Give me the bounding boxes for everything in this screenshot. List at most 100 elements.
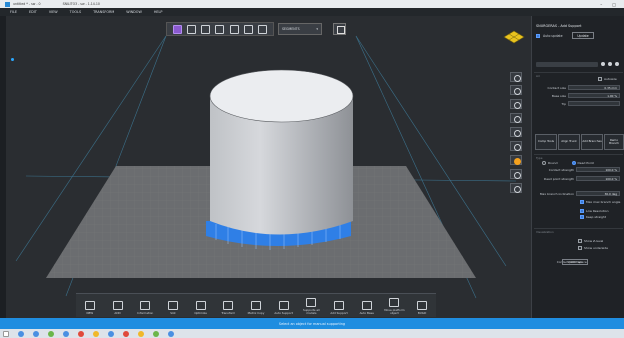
dead-point-strength-field[interactable]: 100.0 % — [576, 176, 620, 181]
perspective-icon[interactable] — [510, 85, 522, 95]
trash-icon[interactable] — [615, 62, 619, 66]
auto-update-label: Auto update — [543, 34, 563, 38]
zoom-fit-icon[interactable] — [510, 72, 522, 82]
auto-update-checkbox[interactable] — [536, 34, 540, 38]
add-button[interactable]: ADD — [104, 300, 132, 317]
autosize-checkbox[interactable] — [598, 77, 602, 81]
show-overhang-checkbox[interactable] — [578, 239, 582, 243]
app-yellow-icon[interactable] — [138, 330, 144, 337]
app-red-icon[interactable] — [78, 330, 84, 337]
left-view-icon[interactable] — [244, 24, 254, 34]
search-taskbar-icon[interactable] — [18, 330, 24, 337]
move-platform-label: Move platform object — [384, 307, 405, 315]
browser-icon[interactable] — [33, 330, 39, 337]
measure-icon[interactable] — [510, 169, 522, 179]
base-size-field[interactable]: 1.00 % — [568, 93, 620, 98]
display-mode-select[interactable]: SEGMENTS ▾ — [278, 23, 322, 35]
move-platform-button[interactable]: Move platform object — [381, 297, 409, 317]
paint-icon[interactable] — [510, 155, 522, 165]
round-option[interactable]: Round — [542, 161, 558, 165]
max-branch-angle-label: Max max branch angle — [586, 200, 621, 204]
chrome-icon[interactable] — [48, 330, 54, 337]
add-support-button[interactable]: Add Support — [325, 300, 353, 317]
menu-help[interactable]: HELP — [154, 10, 163, 14]
menu-window[interactable]: WINDOW — [126, 10, 142, 14]
minimize-icon[interactable]: – — [600, 2, 602, 7]
title-bar: untitled * - sw - 0 SNILITO3 - sw - 1.14… — [0, 0, 624, 8]
divider — [534, 154, 623, 155]
new-button[interactable]: NEW — [76, 300, 104, 317]
zoom-in-icon[interactable] — [510, 127, 522, 137]
build-label: BUILD — [417, 310, 427, 315]
slicer-icon[interactable] — [168, 330, 174, 337]
menu-view[interactable]: VIEW — [49, 10, 58, 14]
folder-icon[interactable] — [93, 330, 99, 337]
maximize-icon[interactable]: □ — [612, 2, 616, 7]
tip-field[interactable] — [568, 101, 620, 106]
scene-render[interactable] — [6, 16, 531, 318]
contact-size-field[interactable]: 0.35 mm — [568, 85, 620, 90]
top-view-icon[interactable] — [215, 24, 225, 34]
keep-straight-checkbox[interactable] — [580, 215, 584, 219]
layer-icon[interactable] — [510, 141, 522, 151]
max-branch-angle-checkbox[interactable] — [580, 200, 584, 204]
contact-spacing-field[interactable]: 2.000 mm — [562, 259, 588, 265]
build-button[interactable]: BUILD — [408, 300, 436, 317]
comp-tools-button[interactable]: Comp Tools — [535, 134, 557, 150]
autosize-row: Autosize — [598, 77, 617, 81]
panel-title: SNURGERAS - Add Support — [536, 24, 582, 28]
max-branch-angle-row: Max max branch angle — [580, 200, 620, 204]
cube-view-icon[interactable] — [172, 24, 182, 34]
auto-support-button[interactable]: Auto Support — [270, 300, 298, 317]
dead-point-radio[interactable] — [571, 161, 576, 165]
transform-button[interactable]: Transform — [214, 300, 242, 317]
search-icon[interactable] — [510, 183, 522, 193]
start-icon[interactable] — [3, 330, 9, 337]
add-icon — [112, 300, 123, 310]
dead-point-option[interactable]: Dead Point — [571, 161, 594, 165]
menu-transform[interactable]: TRANSFORM — [93, 10, 114, 14]
align-trunk-button[interactable]: Align Trunk — [558, 134, 580, 150]
back-view-icon[interactable] — [201, 24, 211, 34]
autosize-label: Autosize — [604, 77, 617, 81]
remove-branch-button[interactable]: Remo Branch — [604, 134, 624, 150]
menu-tools[interactable]: TOOLS — [70, 10, 81, 14]
divider — [534, 72, 623, 73]
orientation-cube-icon[interactable] — [502, 28, 526, 46]
contact-strength-field[interactable]: 100.0 % — [576, 167, 620, 172]
show-underside-checkbox[interactable] — [578, 246, 582, 250]
view-toolbar — [166, 22, 274, 36]
rotate-icon[interactable] — [510, 99, 522, 109]
information-button[interactable]: Information — [131, 300, 159, 317]
front-view-icon[interactable] — [186, 24, 196, 34]
keep-straight-row: Keep straight — [580, 215, 606, 219]
matrix-copy-label: Matrix Copy — [247, 310, 265, 315]
edge-icon[interactable] — [63, 330, 69, 337]
max-branch-field[interactable]: 30.0 deg — [576, 191, 620, 196]
app-green-icon[interactable] — [153, 330, 159, 337]
low-resolution-checkbox[interactable] — [580, 209, 584, 213]
fullscreen-button[interactable] — [333, 23, 346, 35]
auto-base-button[interactable]: Auto Base — [353, 300, 381, 317]
round-radio[interactable] — [542, 161, 546, 165]
matrix-copy-button[interactable]: Matrix Copy — [242, 300, 270, 317]
new-icon — [84, 300, 95, 310]
menu-edit[interactable]: EDIT — [29, 10, 37, 14]
app-red2-icon[interactable] — [123, 330, 129, 337]
transform-label: Transform — [221, 310, 236, 315]
display-mode-value: SEGMENTS — [282, 27, 300, 31]
bottom-view-icon[interactable] — [229, 24, 239, 34]
mail-icon[interactable] — [108, 330, 114, 337]
section-type-label: Type — [536, 156, 543, 160]
star-icon[interactable] — [608, 62, 612, 66]
optimize-button[interactable]: Optimize — [187, 300, 215, 317]
slot-button[interactable]: Slot — [159, 300, 187, 317]
add-support-panel: SNURGERAS - Add Support Auto update Upda… — [531, 16, 624, 318]
settings-icon[interactable] — [601, 62, 605, 66]
mirror-icon[interactable] — [510, 113, 522, 123]
supports-all-button[interactable]: Supports all models — [298, 297, 326, 317]
menu-file[interactable]: FILE — [10, 10, 17, 14]
add-branches-button[interactable]: Add Branches — [581, 134, 603, 150]
right-view-icon[interactable] — [258, 24, 268, 34]
update-button[interactable]: Update — [572, 32, 594, 39]
